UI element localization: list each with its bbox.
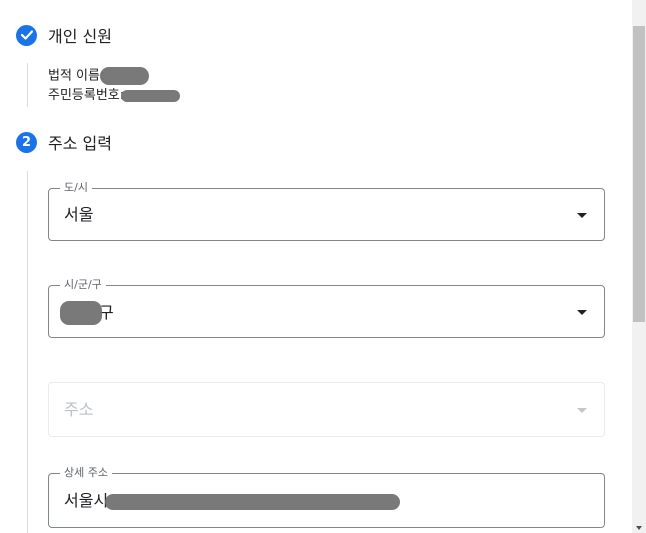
step-title: 주소 입력 — [48, 134, 112, 153]
district-value: 구 — [60, 301, 114, 325]
step-address-entry[interactable]: 2 주소 입력 — [16, 130, 112, 154]
city-label: 도/시 — [60, 181, 92, 195]
address-select[interactable]: 주소 — [48, 382, 605, 437]
scrollbar-thumb[interactable] — [633, 26, 645, 322]
scroll-down-arrow-icon[interactable] — [636, 526, 642, 530]
legal-name-label: 법적 이름: — [48, 68, 105, 84]
step-connector — [27, 63, 28, 107]
detail-address-input[interactable]: 상세 주소 서울시 — [48, 466, 605, 528]
district-label: 시/군/구 — [60, 278, 106, 292]
redacted-resident-number — [121, 89, 181, 102]
identity-form: 개인 신원 법적 이름: 주민등록번호: 2 주소 입력 도/시 서울 시/군/… — [0, 0, 632, 533]
district-select[interactable]: 시/군/구 구 — [48, 278, 605, 338]
dropdown-arrow-icon — [577, 408, 587, 413]
address-placeholder: 주소 — [64, 400, 94, 419]
dropdown-arrow-icon — [577, 310, 587, 315]
redacted-district — [60, 301, 102, 325]
step-connector — [27, 171, 28, 533]
step-number-badge: 2 — [16, 131, 37, 153]
city-value: 서울 — [64, 205, 94, 224]
detail-address-label: 상세 주소 — [60, 466, 112, 480]
legal-name-summary: 법적 이름: — [48, 67, 150, 85]
redacted-name — [100, 67, 150, 85]
step-personal-identity[interactable]: 개인 신원 — [16, 23, 112, 47]
city-select[interactable]: 도/시 서울 — [48, 181, 605, 241]
dropdown-arrow-icon — [577, 213, 587, 218]
resident-number-label: 주민등록번호: — [48, 88, 125, 103]
detail-address-value: 서울시 — [64, 491, 401, 511]
redacted-detail-address — [105, 493, 401, 510]
resident-number-summary: 주민등록번호: — [48, 88, 181, 104]
vertical-scrollbar[interactable] — [632, 0, 646, 533]
step-title: 개인 신원 — [48, 27, 112, 46]
check-icon — [16, 24, 37, 46]
